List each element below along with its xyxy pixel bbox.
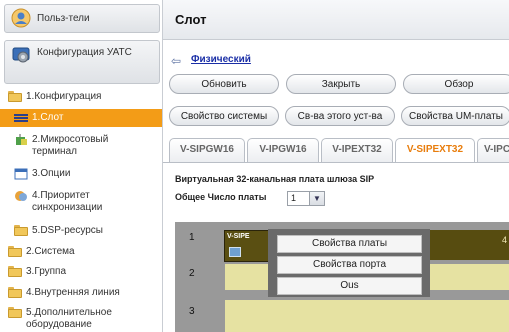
tree-item-label: 2.Микросотовый терминал [32,134,109,157]
back-arrow-icon[interactable]: ⇦ [171,54,181,68]
tab-v-ipgw16[interactable]: V-IPGW16 [247,138,319,162]
gear-icon [11,45,31,65]
antenna-icon [14,134,28,146]
slot-number: 3 [189,306,195,317]
tree-item-label: 1.Слот [32,112,64,123]
tree-item-label: 5.DSP-ресурсы [32,225,103,236]
card-context-menu: Свойства платы Свойства порта Ous [268,229,430,297]
port-properties-button[interactable]: Свойства порта [277,256,422,274]
ous-button[interactable]: Ous [277,277,422,295]
system-properties-button[interactable]: Свойство системы [169,106,279,126]
options-icon [14,168,28,180]
slot-row-3[interactable] [225,300,509,332]
folder-open-icon [8,91,22,103]
tree-item-configuration[interactable]: 1.Конфигурация [0,91,162,103]
folder-icon [8,307,22,319]
tree-item-dsp-resources[interactable]: 5.DSP-ресурсы [0,225,162,237]
tree-item-label: 3.Группа [26,266,67,277]
chevron-down-icon[interactable]: ▼ [309,192,324,205]
tree-item-group[interactable]: 3.Группа [0,266,162,278]
tab-divider [163,162,509,163]
page-title: Слот [175,12,207,27]
page-header: Слот [163,0,509,40]
tree-item-slot[interactable]: 1.Слот [0,109,162,127]
users-icon [11,8,31,28]
folder-icon [8,246,22,258]
um-card-properties-button[interactable]: Свойства UM-платы [401,106,509,126]
card-port-number: 4 [501,235,507,245]
tab-v-ipc[interactable]: V-IPC [477,138,509,162]
tree-item-label: 2.Система [26,246,75,257]
tree-item-system[interactable]: 2.Система [0,246,162,258]
tree-item-label: 4.Внутренняя линия [26,287,120,298]
tree-item-label: 5.Дополнительное оборудование [26,307,112,330]
sidebar: Польз-тели Конфигурация УАТС 1.Конфигура… [0,0,163,332]
tree-item-label: 3.Опции [32,168,71,179]
card-description: Виртуальная 32-канальная плата шлюза SIP [175,174,375,184]
tree-item-label: 4.Приоритет синхронизации [32,190,103,213]
slot-number: 1 [189,232,195,243]
sidebar-users-button[interactable]: Польз-тели [4,4,160,33]
card-count-value: 1 [291,193,297,203]
card-type-tabs: V-SIPGW16 V-IPGW16 V-IPEXT32 V-SIPEXT32 … [169,138,509,163]
refresh-button[interactable]: Обновить [169,74,279,94]
folder-icon [8,266,22,278]
folder-icon [14,225,28,237]
device-properties-button[interactable]: Св-ва этого уст-ва [285,106,395,126]
slot-number: 2 [189,268,195,279]
tree-item-additional-equipment[interactable]: 5.Дополнительное оборудование [0,307,162,332]
browse-button[interactable]: Обзор [403,74,509,94]
tree-item-extension[interactable]: 4.Внутренняя линия [0,287,162,299]
card-count-select[interactable]: 1 ▼ [287,191,325,206]
tree-item-options[interactable]: 3.Опции [0,168,162,180]
tree-item-sync-priority[interactable]: 4.Приоритет синхронизации [0,190,162,216]
sidebar-users-label: Польз-тели [37,13,90,24]
card-name: V-SIPE [227,233,250,240]
card-count-label: Общее Число платы [175,192,267,202]
card-properties-button[interactable]: Свойства платы [277,235,422,253]
folder-icon [8,287,22,299]
slot-icon [14,112,28,124]
tab-v-sipext32[interactable]: V-SIPEXT32 [395,138,475,163]
sidebar-config-button[interactable]: Конфигурация УАТС [4,40,160,84]
main-panel: Слот ⇦ Физический Обновить Закрыть Обзор… [163,0,509,332]
tab-v-sipgw16[interactable]: V-SIPGW16 [169,138,245,162]
card-status-icon [229,247,241,257]
sidebar-config-label: Конфигурация УАТС [37,47,132,58]
tree-item-label: 1.Конфигурация [26,91,102,102]
tree-item-micro-terminal[interactable]: 2.Микросотовый терминал [0,134,162,160]
close-button[interactable]: Закрыть [286,74,396,94]
physical-link[interactable]: Физический [191,54,251,65]
sync-icon [14,190,28,202]
tab-v-ipext32[interactable]: V-IPEXT32 [321,138,393,162]
